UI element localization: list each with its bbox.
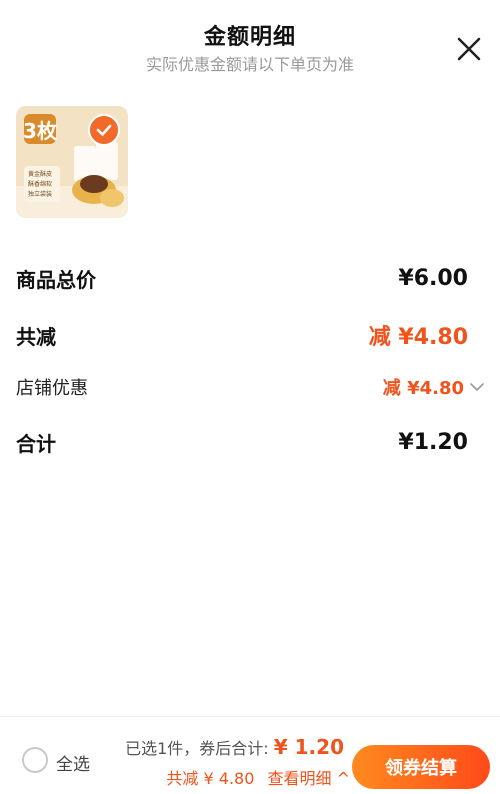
feature-2: 酥香绵软 [28, 180, 52, 188]
checkout-button[interactable]: 领券结算 [352, 745, 490, 789]
total-price-row: 商品总价 ¥6.00 [16, 264, 468, 293]
total-reduce-text: 共减 ¥ 4.80 [166, 769, 255, 788]
feature-3: 独立袋装 [28, 190, 52, 198]
sum-row: 合计 ¥1.20 [16, 428, 468, 457]
total-price-label: 商品总价 [16, 268, 96, 292]
feature-1: 黄金酥皮 [28, 170, 52, 178]
shop-discount-label: 店铺优惠 [16, 378, 88, 399]
page-title: 金额明细 [203, 25, 296, 50]
sum-value: ¥1.20 [398, 430, 468, 455]
shop-discount-value: 减 ¥4.80 [382, 378, 464, 399]
total-reduce-label: 共减 [16, 324, 56, 349]
total-price-value: ¥6.00 [398, 266, 468, 291]
selected-count-text: 已选1件，券后合计: [125, 739, 269, 758]
total-reduce-row: 共减 减 ¥4.80 [16, 319, 468, 351]
selected-check-icon[interactable] [88, 114, 120, 146]
header: 金额明细 实际优惠金额请以下单页为准 [0, 0, 500, 80]
badge-text: 3枚 [23, 119, 58, 143]
reduce-detail-line[interactable]: 共减 ¥ 4.80 查看明细 ^ [166, 765, 350, 789]
chevron-down-icon[interactable] [468, 378, 486, 396]
page-subtitle: 实际优惠金额请以下单页为准 [145, 55, 354, 74]
view-detail-link[interactable]: 查看明细 ^ [268, 769, 351, 788]
sum-label: 合计 [16, 432, 56, 456]
select-all-radio[interactable] [22, 747, 48, 773]
select-all-label[interactable]: 全选 [56, 750, 90, 775]
bottom-bar: 全选 已选1件，券后合计: ¥ 1.20 共减 ¥ 4.80 查看明细 ^ 领券… [0, 716, 500, 794]
close-icon[interactable] [456, 36, 482, 62]
total-reduce-value: 减 ¥4.80 [368, 325, 468, 350]
shop-discount-row[interactable]: 店铺优惠 减 ¥4.80 [16, 374, 486, 400]
shop-discount-value-wrap[interactable]: 减 ¥4.80 [383, 374, 486, 400]
after-coupon-amount: ¥ 1.20 [273, 735, 344, 759]
after-coupon-total: 已选1件，券后合计: ¥ 1.20 [125, 735, 344, 759]
